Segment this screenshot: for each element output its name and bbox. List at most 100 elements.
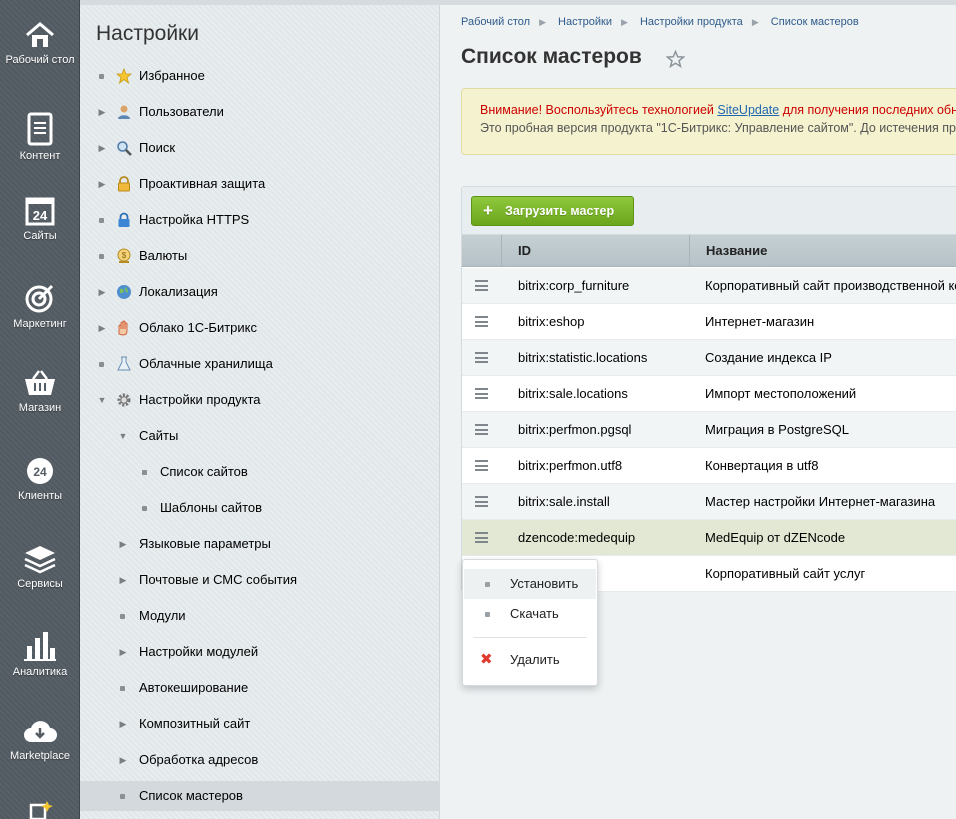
home-icon — [26, 22, 54, 47]
rail-label: Сервисы — [17, 578, 63, 590]
menu-item-language-params[interactable]: ▶ Языковые параметры — [80, 529, 440, 559]
menu-item-modules[interactable]: Модули — [80, 601, 440, 631]
table-row[interactable]: bitrix:perfmon.utf8 Конвертация в utf8 — [462, 448, 956, 484]
row-menu-icon[interactable] — [475, 532, 488, 543]
crm-24-icon: 24 — [27, 458, 53, 484]
rail-item-sites[interactable]: 24 Сайты — [0, 196, 80, 242]
table-row[interactable]: bitrix:perfmon.pgsql Миграция в PostgreS… — [462, 412, 956, 448]
table-header: ID Название — [462, 235, 956, 267]
menu-item-site-templates[interactable]: Шаблоны сайтов — [80, 493, 440, 523]
bullet-icon — [99, 362, 104, 367]
table-row[interactable]: bitrix:corp_furniture Корпоративный сайт… — [462, 268, 956, 304]
breadcrumb-link[interactable]: Рабочий стол — [461, 16, 530, 28]
menu-item-site-list[interactable]: Список сайтов — [80, 457, 440, 487]
delete-menu-item[interactable]: ✖ Удалить — [464, 645, 596, 675]
plus-icon: + — [483, 201, 493, 220]
magnifier-icon — [117, 141, 132, 156]
warning-line: Внимание! Воспользуйтесь технологией Sit… — [480, 103, 956, 117]
menu-item-users[interactable]: ▶ Пользователи — [80, 97, 440, 127]
table-row[interactable]: bitrix:eshop Интернет-магазин — [462, 304, 956, 340]
download-menu-item[interactable]: Скачать — [464, 599, 596, 629]
row-menu-icon[interactable] — [475, 280, 488, 291]
menu-item-module-settings[interactable]: ▶ Настройки модулей — [80, 637, 440, 667]
star-icon — [116, 68, 132, 84]
column-actions-header — [462, 235, 502, 267]
breadcrumb-link[interactable]: Настройки — [558, 16, 612, 28]
menu-divider — [473, 637, 587, 638]
rail-item-marketing[interactable]: Маркетинг — [0, 282, 80, 330]
rail-item-marketplace[interactable]: Marketplace — [0, 718, 80, 762]
upload-wizard-button[interactable]: + Загрузить мастер — [471, 196, 634, 226]
coin-icon: $ — [117, 248, 131, 263]
menu-item-https[interactable]: Настройка HTTPS — [80, 205, 440, 235]
lock-icon — [118, 176, 130, 192]
expand-arrow-icon: ▶ — [119, 575, 127, 585]
column-id-header[interactable]: ID — [502, 235, 690, 267]
rail-label: Магазин — [18, 402, 62, 414]
menu-item-composite-site[interactable]: ▶ Композитный сайт — [80, 709, 440, 739]
magic-wand-icon — [29, 801, 53, 819]
gear-icon — [117, 393, 131, 407]
bullet-icon — [142, 470, 147, 475]
basket-icon — [25, 370, 55, 395]
menu-item-localization[interactable]: ▶ Локализация — [80, 277, 440, 307]
wizard-table-panel: + Загрузить мастер ID Название bitrix:co… — [461, 186, 956, 592]
rail-item-clients[interactable]: 24 Клиенты — [0, 456, 80, 502]
breadcrumb-separator-icon: ▶ — [751, 17, 759, 27]
table-row[interactable]: bitrix:sale.locations Импорт местоположе… — [462, 376, 956, 412]
bullet-icon — [142, 506, 147, 511]
rail-item-shop[interactable]: Магазин — [0, 368, 80, 414]
menu-item-cloud-storage[interactable]: Облачные хранилища — [80, 349, 440, 379]
column-name-header[interactable]: Название — [690, 235, 956, 267]
collapse-arrow-icon: ▼ — [118, 431, 128, 441]
row-menu-icon[interactable] — [475, 316, 488, 327]
table-row[interactable]: bitrix:statistic.locations Создание инде… — [462, 340, 956, 376]
install-menu-item[interactable]: Установить — [464, 569, 596, 599]
target-icon — [25, 284, 54, 313]
main-nav-rail: Рабочий стол Контент 24 Сайты Маркетинг … — [0, 0, 80, 819]
menu-item-autocache[interactable]: Автокеширование — [80, 673, 440, 703]
menu-item-proactive[interactable]: ▶ Проактивная защита — [80, 169, 440, 199]
rail-item-analytics[interactable]: Аналитика — [0, 630, 80, 678]
table-row-selected[interactable]: dzencode:medequip MedEquip от dZENcode — [462, 520, 956, 556]
expand-arrow-icon: ▶ — [119, 719, 127, 729]
user-icon — [118, 105, 130, 119]
bullet-icon — [485, 612, 490, 617]
breadcrumb-separator-icon: ▶ — [539, 17, 546, 27]
rail-item-content[interactable]: Контент — [0, 112, 80, 162]
siteupdate-link[interactable]: SiteUpdate — [717, 103, 779, 117]
layers-icon — [24, 546, 56, 574]
row-menu-icon[interactable] — [475, 388, 488, 399]
menu-item-mail-sms-events[interactable]: ▶ Почтовые и СМС события — [80, 565, 440, 595]
menu-item-product-settings[interactable]: ▼ Настройки продукта — [80, 385, 440, 415]
breadcrumb-current[interactable]: Список мастеров — [771, 16, 859, 28]
main-content: Рабочий стол ▶ Настройки ▶ Настройки проду… — [441, 5, 956, 819]
rail-label: Маркетинг — [13, 318, 67, 330]
bullet-icon — [99, 218, 104, 223]
rail-item-desktop[interactable]: Рабочий стол — [0, 20, 80, 66]
menu-item-favorites[interactable]: Избранное — [80, 61, 440, 91]
favorite-star-icon[interactable] — [666, 50, 685, 68]
rail-item-partial[interactable] — [0, 800, 80, 819]
expand-arrow-icon: ▶ — [119, 755, 127, 765]
table-row[interactable]: bitrix:sale.install Мастер настройки Инт… — [462, 484, 956, 520]
rail-label: Контент — [19, 150, 61, 162]
row-context-menu: Установить Скачать ✖ Удалить — [462, 559, 598, 686]
expand-arrow-icon: ▶ — [98, 143, 106, 153]
https-lock-icon — [118, 212, 130, 227]
menu-item-url-processing[interactable]: ▶ Обработка адресов — [80, 745, 440, 775]
menu-item-currencies[interactable]: $ Валюты — [80, 241, 440, 271]
collapse-arrow-icon: ▼ — [97, 395, 107, 405]
menu-item-wizard-list[interactable]: Список мастеров — [80, 781, 440, 811]
delete-x-icon: ✖ — [480, 651, 493, 668]
rail-label: Клиенты — [17, 490, 63, 502]
menu-item-sites[interactable]: ▼ Сайты — [80, 421, 440, 451]
row-menu-icon[interactable] — [475, 460, 488, 471]
row-menu-icon[interactable] — [475, 352, 488, 363]
menu-item-search[interactable]: ▶ Поиск — [80, 133, 440, 163]
breadcrumb-link[interactable]: Настройки продукта — [640, 16, 743, 28]
row-menu-icon[interactable] — [475, 496, 488, 507]
row-menu-icon[interactable] — [475, 424, 488, 435]
menu-item-bitrix-cloud[interactable]: ▶ Облако 1С-Битрикс — [80, 313, 440, 343]
rail-item-services[interactable]: Сервисы — [0, 544, 80, 590]
